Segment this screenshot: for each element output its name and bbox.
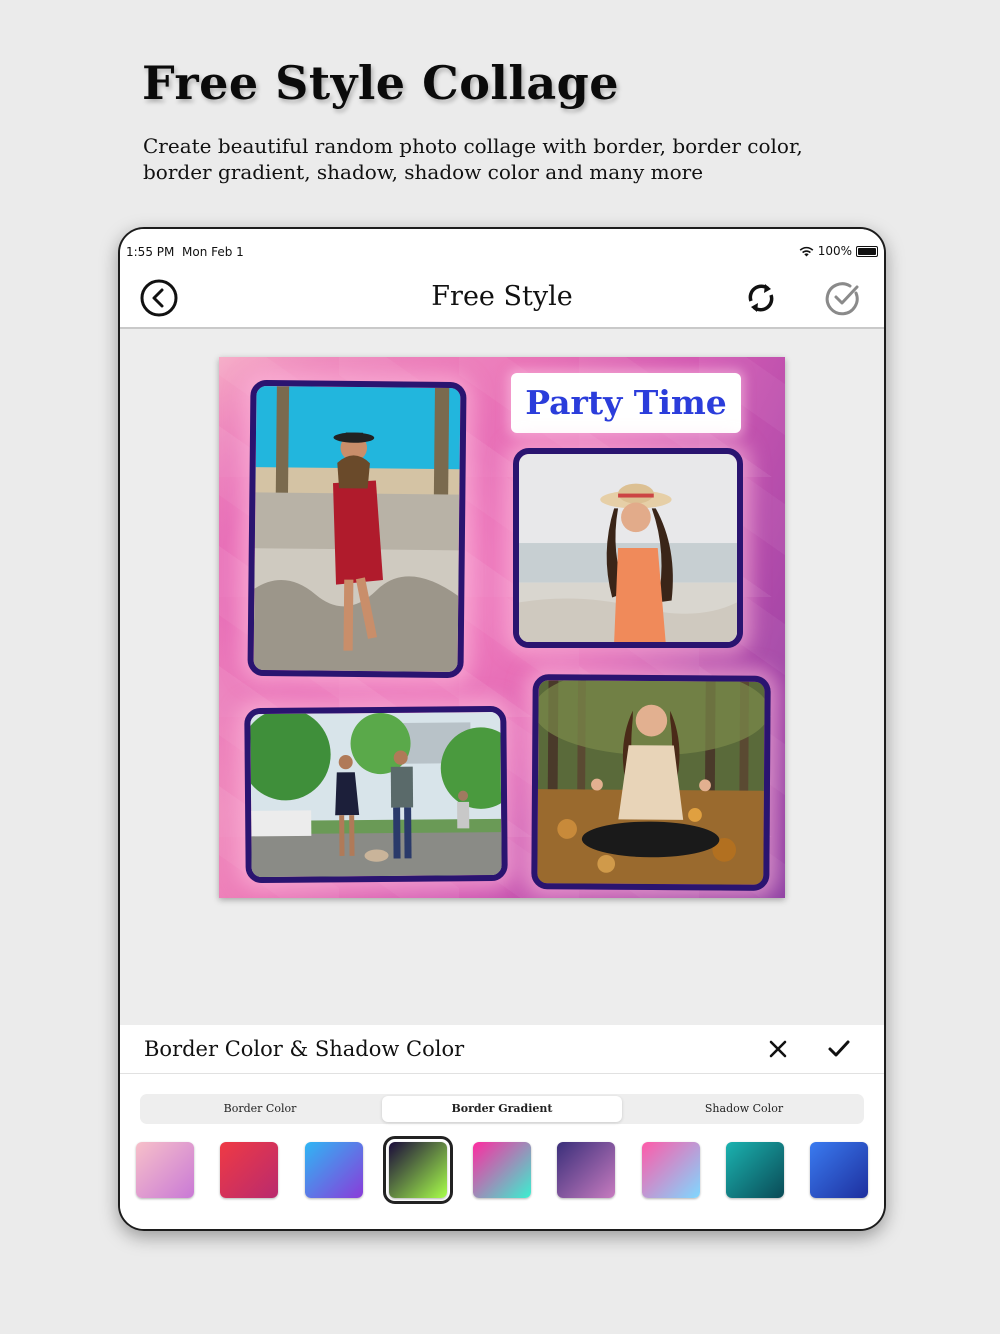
photo-woman-red-dress[interactable]: [247, 379, 467, 679]
status-time: 1:55 PM: [126, 245, 175, 259]
close-icon[interactable]: [766, 1037, 790, 1061]
photo-couple-walking-dog[interactable]: [244, 705, 508, 884]
gradient-swatch[interactable]: [557, 1142, 615, 1198]
photo-woman-autumn-leaves[interactable]: [531, 674, 771, 891]
border-color-panel: Border Color & Shadow Color Border Color…: [120, 1025, 884, 1229]
tab-border-gradient[interactable]: Border Gradient: [382, 1096, 622, 1122]
photo-woman-hat-beach[interactable]: [513, 448, 743, 648]
wifi-icon: [799, 246, 814, 256]
tab-border-color[interactable]: Border Color: [140, 1094, 380, 1124]
gradient-swatch[interactable]: [642, 1142, 700, 1198]
gradient-swatch[interactable]: [810, 1142, 868, 1198]
collage-canvas[interactable]: Party Time: [219, 357, 785, 898]
battery-percent: 100%: [817, 244, 852, 258]
gradient-swatch[interactable]: [473, 1142, 531, 1198]
check-circle-icon[interactable]: [822, 277, 864, 319]
refresh-icon[interactable]: [740, 277, 782, 319]
gradient-swatch[interactable]: [305, 1142, 363, 1198]
panel-title: Border Color & Shadow Color: [144, 1037, 465, 1061]
tablet-frame: 1:55 PM Mon Feb 1 100% Free Style Party …: [118, 227, 886, 1231]
gradient-swatch-list: [136, 1136, 868, 1204]
panel-header: Border Color & Shadow Color: [120, 1025, 884, 1074]
promo-subline: Create beautiful random photo collage wi…: [143, 134, 803, 184]
gradient-swatch[interactable]: [383, 1136, 453, 1204]
status-right: 100%: [799, 244, 878, 258]
party-time-label[interactable]: Party Time: [511, 373, 741, 433]
gradient-swatch[interactable]: [220, 1142, 278, 1198]
gradient-swatch[interactable]: [136, 1142, 194, 1198]
promo-headline: Free Style Collage: [142, 56, 620, 110]
status-bar: 1:55 PM Mon Feb 1 100%: [120, 229, 884, 273]
nav-bar: Free Style: [120, 273, 884, 329]
battery-icon: [856, 245, 878, 257]
tab-shadow-color[interactable]: Shadow Color: [624, 1094, 864, 1124]
checkmark-icon[interactable]: [826, 1037, 852, 1061]
editor-canvas: Party Time: [120, 329, 884, 1025]
status-date: Mon Feb 1: [182, 245, 244, 259]
segmented-control: Border Color Border Gradient Shadow Colo…: [140, 1094, 864, 1124]
gradient-swatch[interactable]: [726, 1142, 784, 1198]
